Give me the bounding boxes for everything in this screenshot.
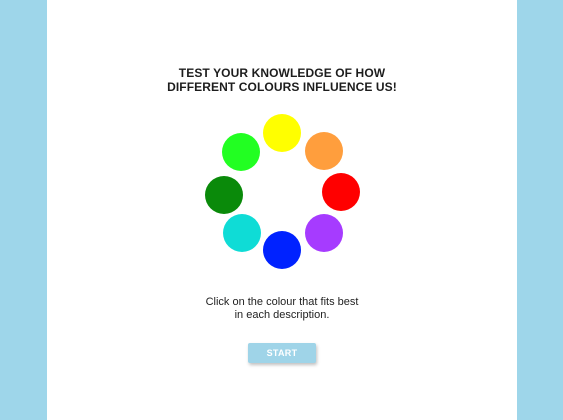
color-circle-orange[interactable] — [305, 132, 343, 170]
color-circle-light-green[interactable] — [222, 133, 260, 171]
color-circle-dark-green[interactable] — [205, 176, 243, 214]
color-circle-yellow[interactable] — [263, 114, 301, 152]
color-circle-purple[interactable] — [305, 214, 343, 252]
instructions-line-1: Click on the colour that fits best — [205, 296, 359, 308]
color-circle-turquoise[interactable] — [223, 214, 261, 252]
color-circle-red[interactable] — [322, 173, 360, 211]
color-circle-blue[interactable] — [263, 231, 301, 269]
content-panel: TEST YOUR KNOWLEDGE OF HOW DIFFERENT COL… — [47, 0, 517, 420]
instructions-line-2: in each description. — [234, 309, 330, 321]
start-button[interactable]: START — [248, 343, 316, 363]
instructions-text: Click on the colour that fits best in ea… — [47, 296, 517, 322]
